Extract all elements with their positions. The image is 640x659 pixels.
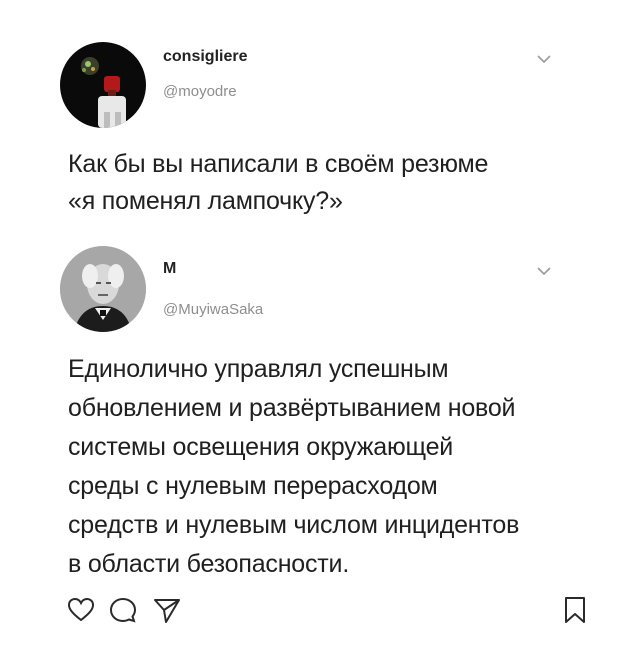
tweet-2: M @MuyiwaSaka Единолично управлял успешн… bbox=[0, 240, 640, 580]
tweet-1: consigliere @moyodre Как бы вы написали … bbox=[0, 0, 640, 240]
chevron-down-icon[interactable] bbox=[537, 54, 551, 64]
heart-icon[interactable] bbox=[66, 595, 96, 625]
author-handle[interactable]: @moyodre bbox=[163, 83, 237, 100]
author-name[interactable]: M bbox=[163, 260, 176, 278]
avatar-consigliere[interactable] bbox=[60, 42, 146, 128]
avatar-image bbox=[60, 246, 146, 332]
comment-icon[interactable] bbox=[108, 595, 138, 625]
share-icon[interactable] bbox=[152, 595, 182, 625]
avatar-m[interactable] bbox=[60, 246, 146, 332]
tweet-text: Как бы вы написали в своём резюме «я пом… bbox=[68, 150, 489, 215]
action-bar bbox=[0, 595, 640, 635]
tweet-text: Единолично управлял успешным обновлением… bbox=[68, 355, 520, 578]
chevron-down-icon[interactable] bbox=[537, 266, 551, 276]
author-name[interactable]: consigliere bbox=[163, 48, 247, 66]
author-handle[interactable]: @MuyiwaSaka bbox=[163, 301, 263, 318]
bookmark-icon[interactable] bbox=[560, 595, 590, 625]
avatar-image bbox=[60, 42, 146, 128]
